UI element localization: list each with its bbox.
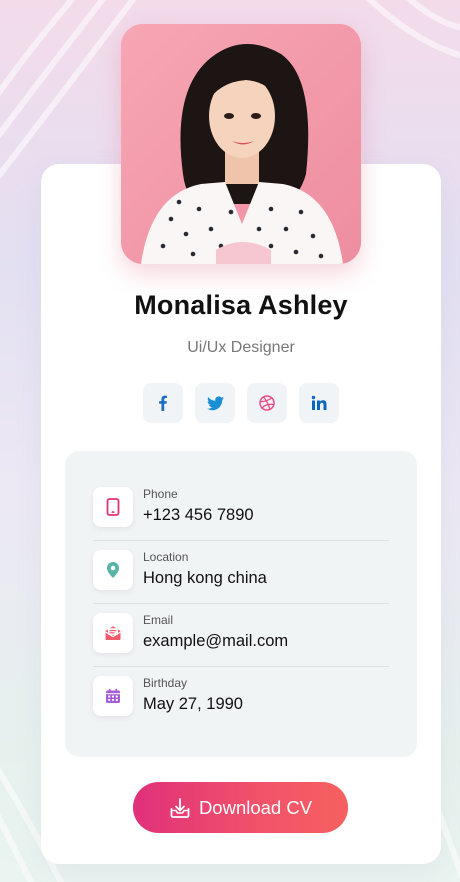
- mail-icon: [105, 626, 121, 640]
- birthday-label: Birthday: [143, 676, 188, 690]
- phone-icon-box: [93, 487, 133, 527]
- calendar-icon: [106, 688, 120, 703]
- email-icon-box: [93, 613, 133, 653]
- download-cv-button[interactable]: Download CV: [133, 782, 348, 833]
- twitter-button[interactable]: [195, 383, 235, 423]
- social-links: [143, 383, 339, 423]
- location-icon-box: [93, 550, 133, 590]
- email-row: Email example@mail.com: [93, 604, 389, 667]
- birthday-value: May 27, 1990: [143, 695, 243, 713]
- facebook-button[interactable]: [143, 383, 183, 423]
- dribbble-button[interactable]: [247, 383, 287, 423]
- contact-info-panel: Phone +123 456 7890 Location Hong kong c…: [65, 451, 417, 757]
- email-value: example@mail.com: [143, 632, 289, 650]
- profile-role: Ui/Ux Designer: [187, 339, 295, 356]
- location-value: Hong kong china: [143, 569, 267, 587]
- birthday-row: Birthday May 27, 1990: [93, 667, 389, 730]
- location-pin-icon: [107, 562, 119, 578]
- phone-row: Phone +123 456 7890: [93, 478, 389, 541]
- dribbble-icon: [259, 395, 275, 411]
- location-row: Location Hong kong china: [93, 541, 389, 604]
- portrait-photo: [121, 24, 361, 264]
- email-label: Email: [143, 613, 174, 627]
- phone-label: Phone: [143, 487, 178, 501]
- phone-value: +123 456 7890: [143, 506, 254, 524]
- phone-icon: [106, 498, 120, 516]
- facebook-icon: [159, 395, 167, 411]
- linkedin-icon: [311, 395, 327, 410]
- avatar: [121, 24, 361, 264]
- profile-name: Monalisa Ashley: [134, 290, 348, 320]
- linkedin-button[interactable]: [299, 383, 339, 423]
- twitter-icon: [206, 395, 224, 410]
- download-cv-label: Download CV: [198, 796, 313, 818]
- birthday-icon-box: [93, 676, 133, 716]
- location-label: Location: [143, 550, 189, 564]
- download-icon: [170, 797, 190, 818]
